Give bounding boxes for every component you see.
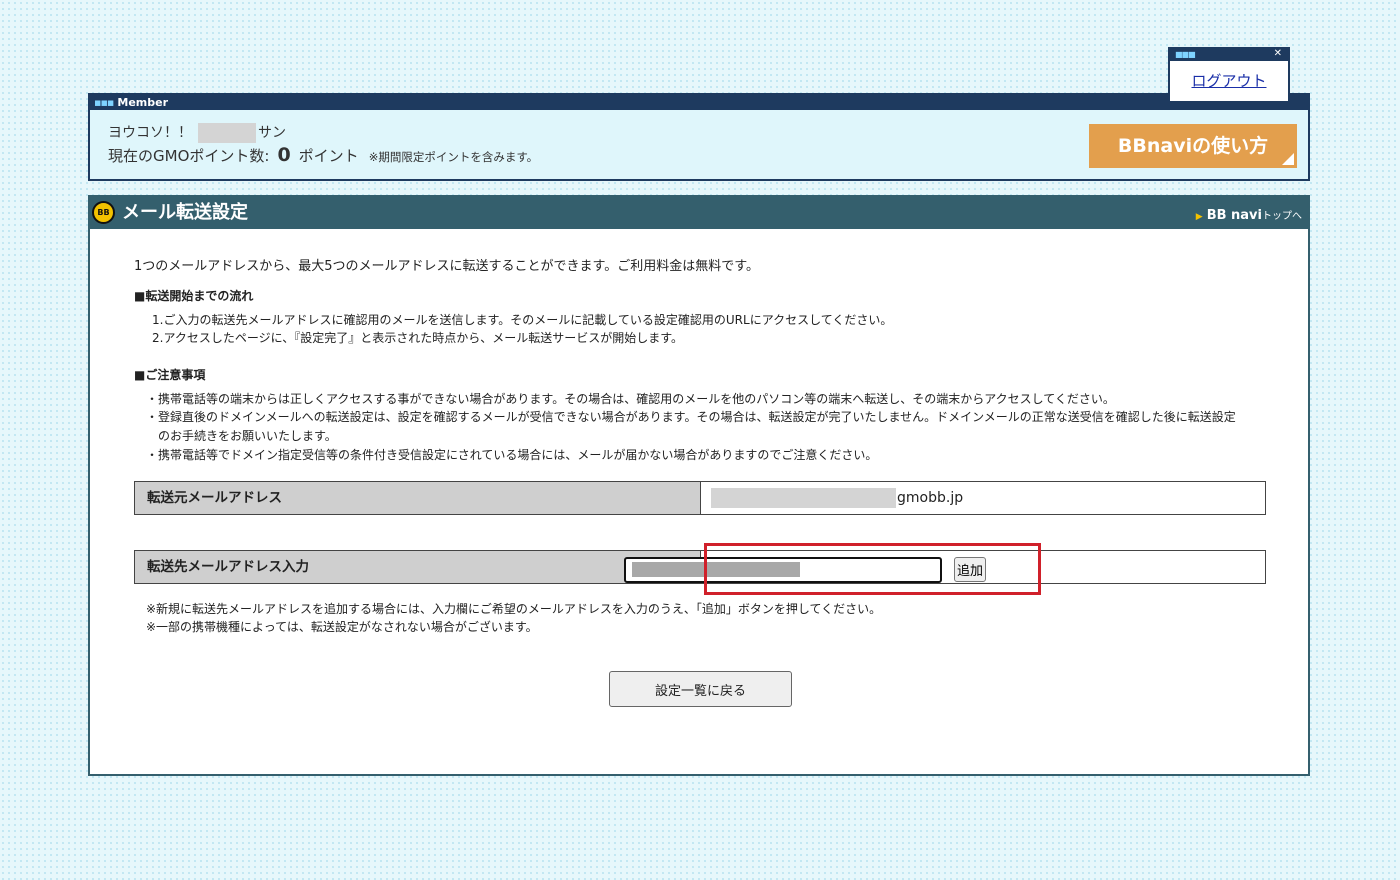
member-titlebar: ▪▪▪ Member — [90, 95, 1308, 110]
source-address-label: 転送元メールアドレス — [135, 482, 701, 514]
note-line-2: ※一部の携帯機種によっては、転送設定がなされない場合がございます。 — [146, 620, 538, 634]
triangle-right-icon: ▶ — [1195, 212, 1203, 222]
greeting: ヨウコソ！！ — [108, 125, 192, 141]
howto-label: BBnaviの使い方 — [1117, 135, 1269, 157]
member-panel: ▪▪▪ Member ヨウコソ！！ サン 現在のGMOポイント数: 0 ポイント ※期間限… — [88, 93, 1310, 181]
user-name-redacted — [198, 123, 256, 143]
points-display: 現在のGMOポイント数: 0 ポイント ※期間限定ポイントを含みます。 — [108, 144, 538, 166]
top-link-main: BB navi — [1206, 208, 1262, 223]
flow-heading: ■転送開始までの流れ — [134, 289, 254, 303]
caution-line-4: ・携帯電話等でドメイン指定受信等の条件付き受信設定にされている場合には、メールが… — [146, 448, 878, 462]
note-line-1: ※新規に転送先メールアドレスを追加する場合には、入力欄にご希望のメールアドレスを… — [146, 602, 882, 616]
intro-text: 1つのメールアドレスから、最大5つのメールアドレスに転送することができます。ご利… — [134, 259, 759, 274]
member-title: Member — [117, 96, 169, 109]
caution-line-1: ・携帯電話等の端末からは正しくアクセスする事ができない場合があります。その場合は… — [146, 392, 1115, 406]
source-address-value: gmobb.jp — [701, 482, 1265, 514]
top-link-small: トップへ — [1262, 211, 1302, 222]
close-icon[interactable]: ✕ — [1274, 48, 1282, 60]
logout-popup: ■■■ ✕ ログアウト — [1168, 47, 1290, 103]
dest-address-label: 転送先メールアドレス入力 — [135, 551, 701, 583]
caution-line-2: ・登録直後のドメインメールへの転送設定は、設定を確認するメールが受信できない場合… — [146, 410, 1236, 424]
points-value: 0 — [277, 144, 291, 166]
email-user-redacted — [711, 488, 896, 508]
bbnavi-top-link[interactable]: ▶ BB naviトップへ — [1196, 207, 1302, 223]
logout-popup-titlebar: ■■■ ✕ — [1170, 48, 1288, 61]
points-unit: ポイント — [298, 147, 359, 165]
email-domain: gmobb.jp — [897, 490, 964, 506]
flow-line-1: 1.ご入力の転送先メールアドレスに確認用のメールを送信します。そのメールに記載し… — [152, 313, 893, 327]
dest-input-wrapper — [624, 557, 942, 583]
dest-email-input[interactable] — [624, 557, 942, 583]
caution-heading: ■ご注意事項 — [134, 368, 206, 382]
honorific: サン — [258, 125, 286, 141]
bb-logo-icon: BB — [92, 201, 115, 224]
welcome-message: ヨウコソ！！ サン — [108, 122, 286, 143]
corner-arrow-icon — [1282, 153, 1294, 165]
back-to-list-button[interactable]: 設定一覧に戻る — [609, 671, 792, 707]
add-button[interactable]: 追加 — [954, 557, 987, 582]
mail-forward-panel: BB メール転送設定 ▶ BB naviトップへ 1つのメールアドレスから、最大5… — [88, 195, 1310, 776]
page-title: メール転送設定 — [122, 202, 248, 223]
panel-header: BB メール転送設定 ▶ BB naviトップへ — [90, 197, 1308, 229]
points-label: 現在のGMOポイント数: — [108, 147, 270, 165]
caution-line-3: のお手続きをお願いいたします。 — [158, 429, 337, 443]
points-note: ※期間限定ポイントを含みます。 — [368, 150, 539, 164]
logout-link[interactable]: ログアウト — [1170, 70, 1288, 91]
dots-icon: ▪▪▪ — [94, 96, 114, 109]
dots-icon: ■■■ — [1175, 50, 1196, 59]
flow-line-2: 2.アクセスしたページに、『設定完了』と表示された時点から、メール転送サービスが… — [152, 331, 684, 345]
source-address-row: 転送元メールアドレス gmobb.jp — [134, 481, 1266, 515]
bbnavi-howto-button[interactable]: BBnaviの使い方 — [1089, 124, 1297, 168]
